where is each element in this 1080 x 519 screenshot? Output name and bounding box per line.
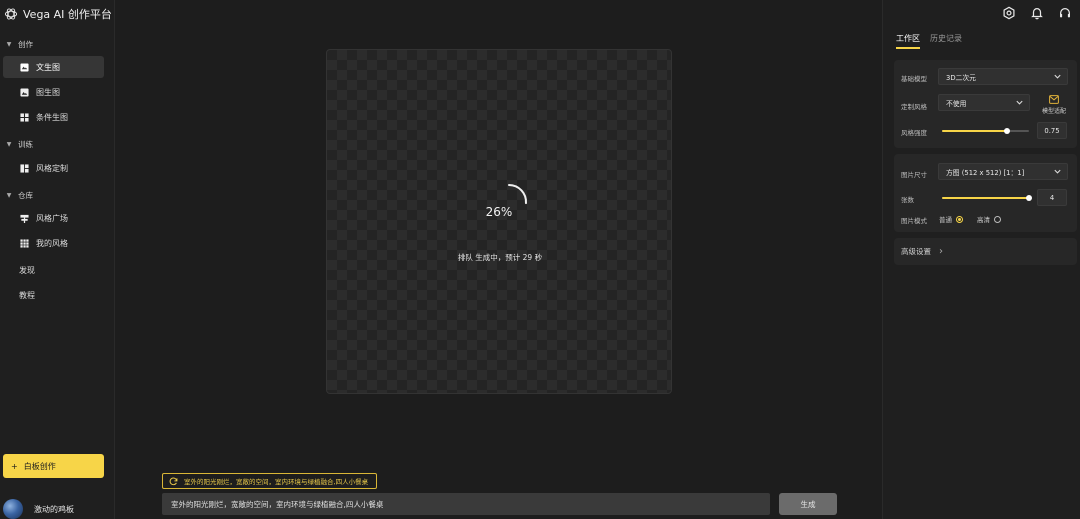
nav-group-label: 创作 xyxy=(18,39,33,49)
caret-down-icon: ▼ xyxy=(6,191,12,199)
nav-group-label: 仓库 xyxy=(18,190,33,200)
model-adapt-label: 模型适配 xyxy=(1041,108,1066,115)
whiteboard-create-button[interactable]: + 白板创作 xyxy=(3,454,104,478)
sidebar-item-style-custom[interactable]: 风格定制 xyxy=(3,157,104,179)
count-input[interactable]: 4 xyxy=(1037,189,1067,206)
refresh-icon[interactable] xyxy=(169,477,178,486)
user-profile[interactable]: 激动的鸡板 xyxy=(3,499,74,519)
chevron-down-icon xyxy=(1054,74,1061,79)
logo-icon xyxy=(4,8,18,20)
brand[interactable]: Vega AI 创作平台 xyxy=(4,6,112,22)
sidebar-item-conditional[interactable]: 条件生图 xyxy=(3,106,104,128)
chevron-right-icon: › xyxy=(939,246,943,257)
base-model-select[interactable]: 3D二次元 xyxy=(938,68,1068,85)
headset-icon[interactable] xyxy=(1058,6,1072,20)
mode-option-hd[interactable]: 高清 xyxy=(977,214,1001,224)
image-size-value: 方图 (512 x 512) [1：1] xyxy=(946,168,1025,177)
sidebar-item-style-square[interactable]: 风格广场 xyxy=(3,207,104,229)
sidebar-item-label: 图生图 xyxy=(36,87,60,97)
sidebar-item-label: 风格定制 xyxy=(36,163,68,173)
chevron-down-icon xyxy=(1016,100,1023,105)
base-model-value: 3D二次元 xyxy=(946,73,976,82)
text-image-icon xyxy=(20,62,29,72)
model-adapt-button[interactable]: 模型适配 xyxy=(1034,95,1074,115)
queue-status: 排队 生成中，预计 29 秒 xyxy=(457,253,543,262)
tab-workspace[interactable]: 工作区 xyxy=(896,33,920,49)
image-size-label: 图片尺寸 xyxy=(901,171,927,179)
style-strength-input[interactable]: 0.75 xyxy=(1037,122,1067,139)
style-strength-slider[interactable] xyxy=(942,128,1029,134)
count-label: 张数 xyxy=(901,196,914,204)
count-slider[interactable] xyxy=(942,195,1032,201)
prompt-input[interactable] xyxy=(162,493,770,515)
mode-option-normal[interactable]: 普通 xyxy=(939,214,963,224)
generate-button[interactable]: 生成 xyxy=(779,493,837,515)
model-settings-card: 基础模型 3D二次元 定制风格 不使用 模型适配 风格强度 0.75 xyxy=(894,60,1077,148)
prompt-suggestion[interactable]: 室外的阳光刚烂，宽敞的空间，室内环境与绿植融合,四人小餐桌 xyxy=(162,473,378,489)
nav-link-tutorial[interactable]: 教程 xyxy=(19,290,35,301)
custom-style-value: 不使用 xyxy=(946,99,967,108)
slider-fill xyxy=(942,130,1008,132)
nav-link-discover[interactable]: 发现 xyxy=(19,265,35,276)
progress-ring xyxy=(508,184,527,205)
nav-group-repo[interactable]: ▼ 仓库 xyxy=(0,187,115,203)
image-settings-card: 图片尺寸 方图 (512 x 512) [1：1] 张数 4 图片模式 普通 高… xyxy=(894,154,1077,232)
image-size-select[interactable]: 方图 (512 x 512) [1：1] xyxy=(938,163,1068,180)
slider-knob[interactable] xyxy=(1004,128,1011,134)
plus-icon: + xyxy=(11,461,18,471)
image-mode-label: 图片模式 xyxy=(901,217,927,225)
settings-icon[interactable] xyxy=(1002,6,1016,20)
advanced-settings-card[interactable]: 高级设置 › xyxy=(894,238,1077,265)
sidebar-item-image-to-image[interactable]: 图生图 xyxy=(3,81,104,103)
custom-style-label: 定制风格 xyxy=(901,103,927,111)
caret-down-icon: ▼ xyxy=(6,140,12,148)
caret-down-icon: ▼ xyxy=(6,40,12,48)
generation-canvas: 26% 排队 生成中，预计 29 秒 xyxy=(326,49,672,394)
grid-icon xyxy=(20,238,29,248)
sidebar-item-my-style[interactable]: 我的风格 xyxy=(3,232,104,254)
whiteboard-button-label: 白板创作 xyxy=(23,461,56,471)
app-title: Vega AI 创作平台 xyxy=(23,8,112,21)
sidebar-item-label: 风格广场 xyxy=(36,213,68,223)
avatar[interactable] xyxy=(3,499,23,519)
mode-option-label: 普通 xyxy=(939,216,952,224)
nav-group-train[interactable]: ▼ 训练 xyxy=(0,136,115,152)
grid-icon xyxy=(20,112,29,122)
style-strength-label: 风格强度 xyxy=(901,129,927,137)
suggestion-text: 室外的阳光刚烂，宽敞的空间，室内环境与绿植融合,四人小餐桌 xyxy=(184,478,369,486)
progress-percent: 26% xyxy=(485,205,513,219)
sidebar-item-label: 文生图 xyxy=(36,62,60,72)
sidebar-item-label: 我的风格 xyxy=(36,238,68,248)
base-model-label: 基础模型 xyxy=(901,75,927,83)
sidebar: Vega AI 创作平台 ▼ 创作 文生图 图生图 条件生图 ▼ 训练 风格定制… xyxy=(0,0,115,519)
mode-option-label: 高清 xyxy=(977,216,990,224)
nav-group-label: 训练 xyxy=(18,139,33,149)
radio-unselected-icon[interactable] xyxy=(994,215,1001,223)
sidebar-item-label: 条件生图 xyxy=(36,112,68,122)
slider-fill xyxy=(942,197,1029,199)
nav-group-create[interactable]: ▼ 创作 xyxy=(0,36,115,52)
signpost-icon xyxy=(20,214,29,223)
image-icon xyxy=(20,87,29,97)
layout-icon xyxy=(20,163,29,173)
user-name: 激动的鸡板 xyxy=(34,504,74,514)
sidebar-item-text-to-image[interactable]: 文生图 xyxy=(3,56,104,78)
tab-history[interactable]: 历史记录 xyxy=(930,33,962,49)
custom-style-select[interactable]: 不使用 xyxy=(938,94,1030,111)
mail-check-icon xyxy=(1049,95,1059,104)
slider-knob[interactable] xyxy=(1026,195,1032,201)
advanced-settings-label: 高级设置 xyxy=(901,247,931,256)
bell-icon[interactable] xyxy=(1030,6,1044,20)
panel-tabs: 工作区 历史记录 xyxy=(896,33,962,49)
radio-selected-icon[interactable] xyxy=(956,215,963,223)
chevron-down-icon xyxy=(1054,169,1061,174)
progress-arc xyxy=(508,184,527,205)
top-toolbar xyxy=(1002,6,1072,20)
